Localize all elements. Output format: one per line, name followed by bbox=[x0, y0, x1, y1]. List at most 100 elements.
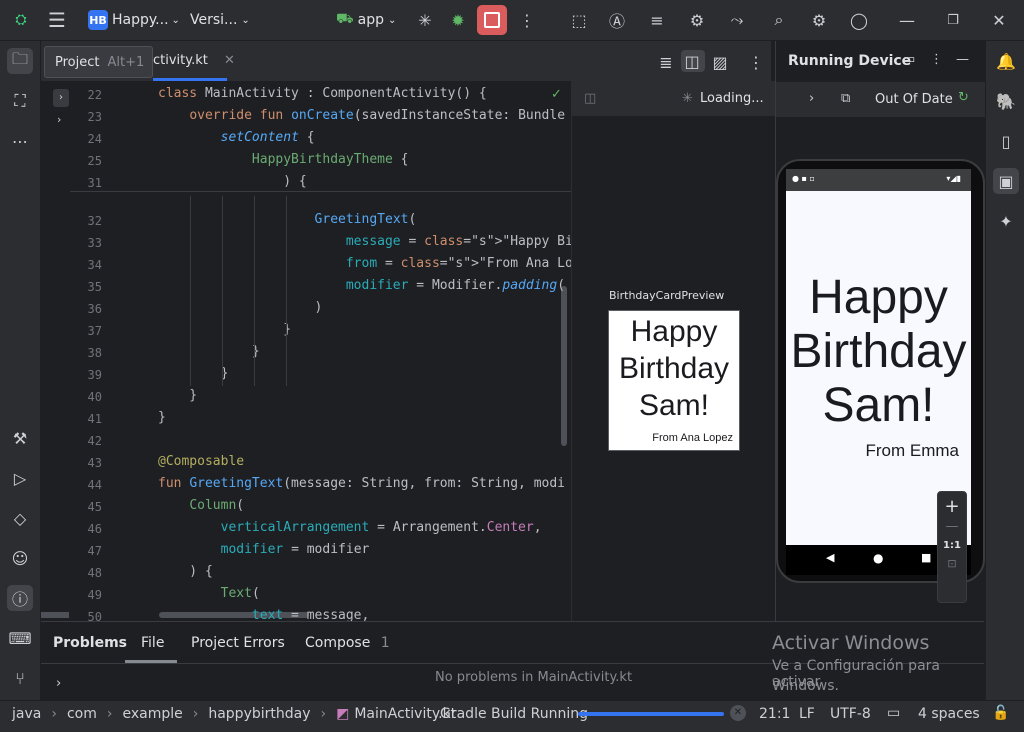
preview-loading-text: Loading... bbox=[700, 91, 764, 106]
tab-compose[interactable]: Compose 1 bbox=[305, 635, 390, 651]
crumb-example[interactable]: example bbox=[122, 706, 182, 722]
cancel-build-icon[interactable]: ✕ bbox=[730, 705, 746, 721]
run-icon[interactable]: ▷ bbox=[7, 465, 33, 491]
tab-project-errors[interactable]: Project Errors bbox=[191, 635, 285, 651]
translate-icon[interactable]: Ⓐ bbox=[606, 0, 628, 40]
panel-options-icon[interactable]: ⋮ bbox=[930, 52, 943, 67]
file-encoding[interactable]: UTF-8 bbox=[830, 706, 871, 722]
device-manager-icon[interactable]: ▯ bbox=[993, 128, 1019, 154]
nav-back-icon[interactable]: ◀ bbox=[826, 551, 834, 564]
project-tool-label: Project bbox=[55, 54, 100, 70]
expand-chevron-icon[interactable]: › bbox=[57, 113, 61, 126]
zoom-in-button[interactable]: + bbox=[938, 496, 966, 517]
zoom-out-button[interactable]: — bbox=[938, 519, 966, 534]
settings-gear-icon[interactable]: ⚙ bbox=[808, 0, 830, 40]
close-tab-icon[interactable]: ✕ bbox=[224, 53, 235, 68]
line-separator[interactable]: LF bbox=[799, 706, 815, 722]
editor-more-icon[interactable]: ⋮ bbox=[745, 51, 767, 73]
watermark-line-3: Windows. bbox=[772, 678, 839, 694]
build-status-text[interactable]: Gradle Build Running bbox=[440, 706, 588, 722]
project-tool-tooltip[interactable]: Project Alt+1 bbox=[44, 46, 153, 78]
running-devices-icon[interactable]: ▣ bbox=[993, 168, 1019, 194]
editor-tab-row: Project Alt+1 ctivity.kt ✕ ≣ ◫ ▨ ⋮ bbox=[41, 41, 771, 82]
design-view-icon[interactable]: ▨ bbox=[709, 51, 731, 73]
resource-manager-icon[interactable]: ⛶ bbox=[7, 88, 33, 114]
file-tab[interactable]: ctivity.kt ✕ bbox=[153, 53, 235, 68]
screenshot-icon[interactable]: ⧉ bbox=[841, 91, 850, 106]
indent-setting[interactable]: 4 spaces bbox=[918, 706, 980, 722]
account-icon[interactable]: ◯ bbox=[848, 0, 870, 40]
memory-indicator-icon[interactable]: ▭ bbox=[887, 705, 900, 721]
watermark-line-1: Activar Windows bbox=[772, 632, 930, 654]
code-view-icon[interactable]: ≣ bbox=[655, 51, 677, 73]
build-variants-icon[interactable]: ≡ bbox=[646, 0, 668, 40]
crumb-java[interactable]: java bbox=[12, 706, 41, 722]
caret-position[interactable]: 21:1 bbox=[759, 706, 790, 722]
gradle-icon[interactable]: 🐘 bbox=[993, 88, 1019, 114]
search-icon[interactable]: ⌕ bbox=[768, 0, 790, 40]
zoom-fit-icon[interactable]: ⊡ bbox=[938, 557, 966, 570]
gem-icon[interactable]: ◇ bbox=[7, 505, 33, 531]
code-editor[interactable]: › › ✓ bbox=[41, 81, 571, 621]
card-from: From Ana Lopez bbox=[652, 432, 733, 444]
nav-home-icon[interactable]: ● bbox=[873, 551, 883, 565]
status-left-icons: ● ▪ ▫ bbox=[792, 174, 815, 183]
more-tools-icon[interactable]: ⋯ bbox=[7, 128, 33, 154]
logcat-icon[interactable]: ☺ bbox=[7, 545, 33, 571]
zoom-reset-button[interactable]: 1:1 bbox=[938, 540, 966, 551]
chevron-right-icon: › bbox=[192, 706, 199, 722]
problems-title: Problems bbox=[53, 635, 128, 651]
crumb-com[interactable]: com bbox=[67, 706, 97, 722]
layout-inspector-icon[interactable]: ⚙ bbox=[686, 0, 708, 40]
stop-icon bbox=[484, 12, 500, 28]
minimize-button[interactable]: — bbox=[896, 0, 918, 40]
crumb-happybirthday[interactable]: happybirthday bbox=[208, 706, 310, 722]
tab-file[interactable]: File bbox=[141, 635, 164, 651]
expand-project-icon[interactable]: › bbox=[53, 89, 69, 107]
restore-button[interactable]: ❐ bbox=[942, 0, 964, 40]
terminal-icon[interactable]: ⌨ bbox=[7, 625, 33, 651]
running-device-title: Running Device bbox=[788, 53, 912, 69]
vcs-selector[interactable]: Versi... ⌄ bbox=[190, 0, 250, 40]
close-button[interactable]: ✕ bbox=[988, 0, 1010, 40]
device-expand-icon[interactable]: › bbox=[809, 91, 814, 106]
chevron-down-icon: ⌄ bbox=[171, 14, 180, 26]
no-problems-message: No problems in MainActivity.kt bbox=[435, 670, 633, 685]
hide-panel-icon[interactable]: — bbox=[956, 52, 969, 67]
preview-toolbar: ◫ ✳ Loading... bbox=[572, 81, 775, 116]
project-name: Happy... bbox=[112, 12, 169, 28]
run-config-selector[interactable]: ⛟ app ⌄ bbox=[336, 0, 396, 40]
split-view-icon[interactable]: ◫ bbox=[681, 50, 705, 72]
preview-layout-icon[interactable]: ◫ bbox=[584, 91, 596, 106]
layout-window-icon[interactable]: ▭ bbox=[903, 52, 915, 67]
main-menu-icon[interactable]: ☰ bbox=[46, 0, 68, 40]
build-icon[interactable]: ⚒ bbox=[7, 425, 33, 451]
lock-icon[interactable]: 🔓 bbox=[992, 705, 1009, 721]
sticky-lines-divider bbox=[70, 191, 571, 192]
profiler-icon[interactable]: ⤳ bbox=[726, 0, 748, 40]
apply-changes-icon[interactable]: ✳ bbox=[414, 0, 436, 40]
birthday-card-preview[interactable]: Happy Birthday Sam! From Ana Lopez bbox=[608, 310, 740, 451]
notifications-icon[interactable]: 🔔 bbox=[993, 48, 1019, 74]
project-folder-icon[interactable]: 🗀 bbox=[7, 48, 33, 74]
chevron-right-icon: › bbox=[320, 706, 327, 722]
problems-icon[interactable]: ⓘ bbox=[7, 585, 33, 611]
git-icon[interactable]: ⑂ bbox=[7, 665, 33, 691]
android-logo-icon[interactable]: ⛭ bbox=[10, 0, 32, 40]
editor-horizontal-scrollbar[interactable] bbox=[159, 612, 309, 618]
device-toolbar: › ⧉ Out Of Date ↻ bbox=[776, 81, 985, 117]
chevron-down-icon: ⌄ bbox=[241, 14, 250, 26]
debug-icon[interactable]: ✹ bbox=[447, 0, 469, 40]
breadcrumb: java › com › example › happybirthday › ◩… bbox=[12, 706, 456, 722]
more-actions-icon[interactable]: ⋮ bbox=[516, 0, 538, 40]
expand-problems-icon[interactable]: › bbox=[56, 676, 61, 691]
project-selector[interactable]: HB Happy... ⌄ bbox=[88, 0, 180, 40]
sdk-manager-icon[interactable]: ⬚ bbox=[568, 0, 590, 40]
stop-button[interactable] bbox=[477, 0, 507, 40]
gemini-icon[interactable]: ✦ bbox=[993, 208, 1019, 234]
chevron-right-icon: › bbox=[51, 706, 57, 722]
nav-recents-icon[interactable]: ■ bbox=[921, 551, 931, 564]
refresh-icon[interactable]: ↻ bbox=[958, 90, 969, 105]
editor-vertical-scrollbar[interactable] bbox=[561, 286, 567, 446]
android-app-icon: ⛟ bbox=[336, 11, 354, 27]
